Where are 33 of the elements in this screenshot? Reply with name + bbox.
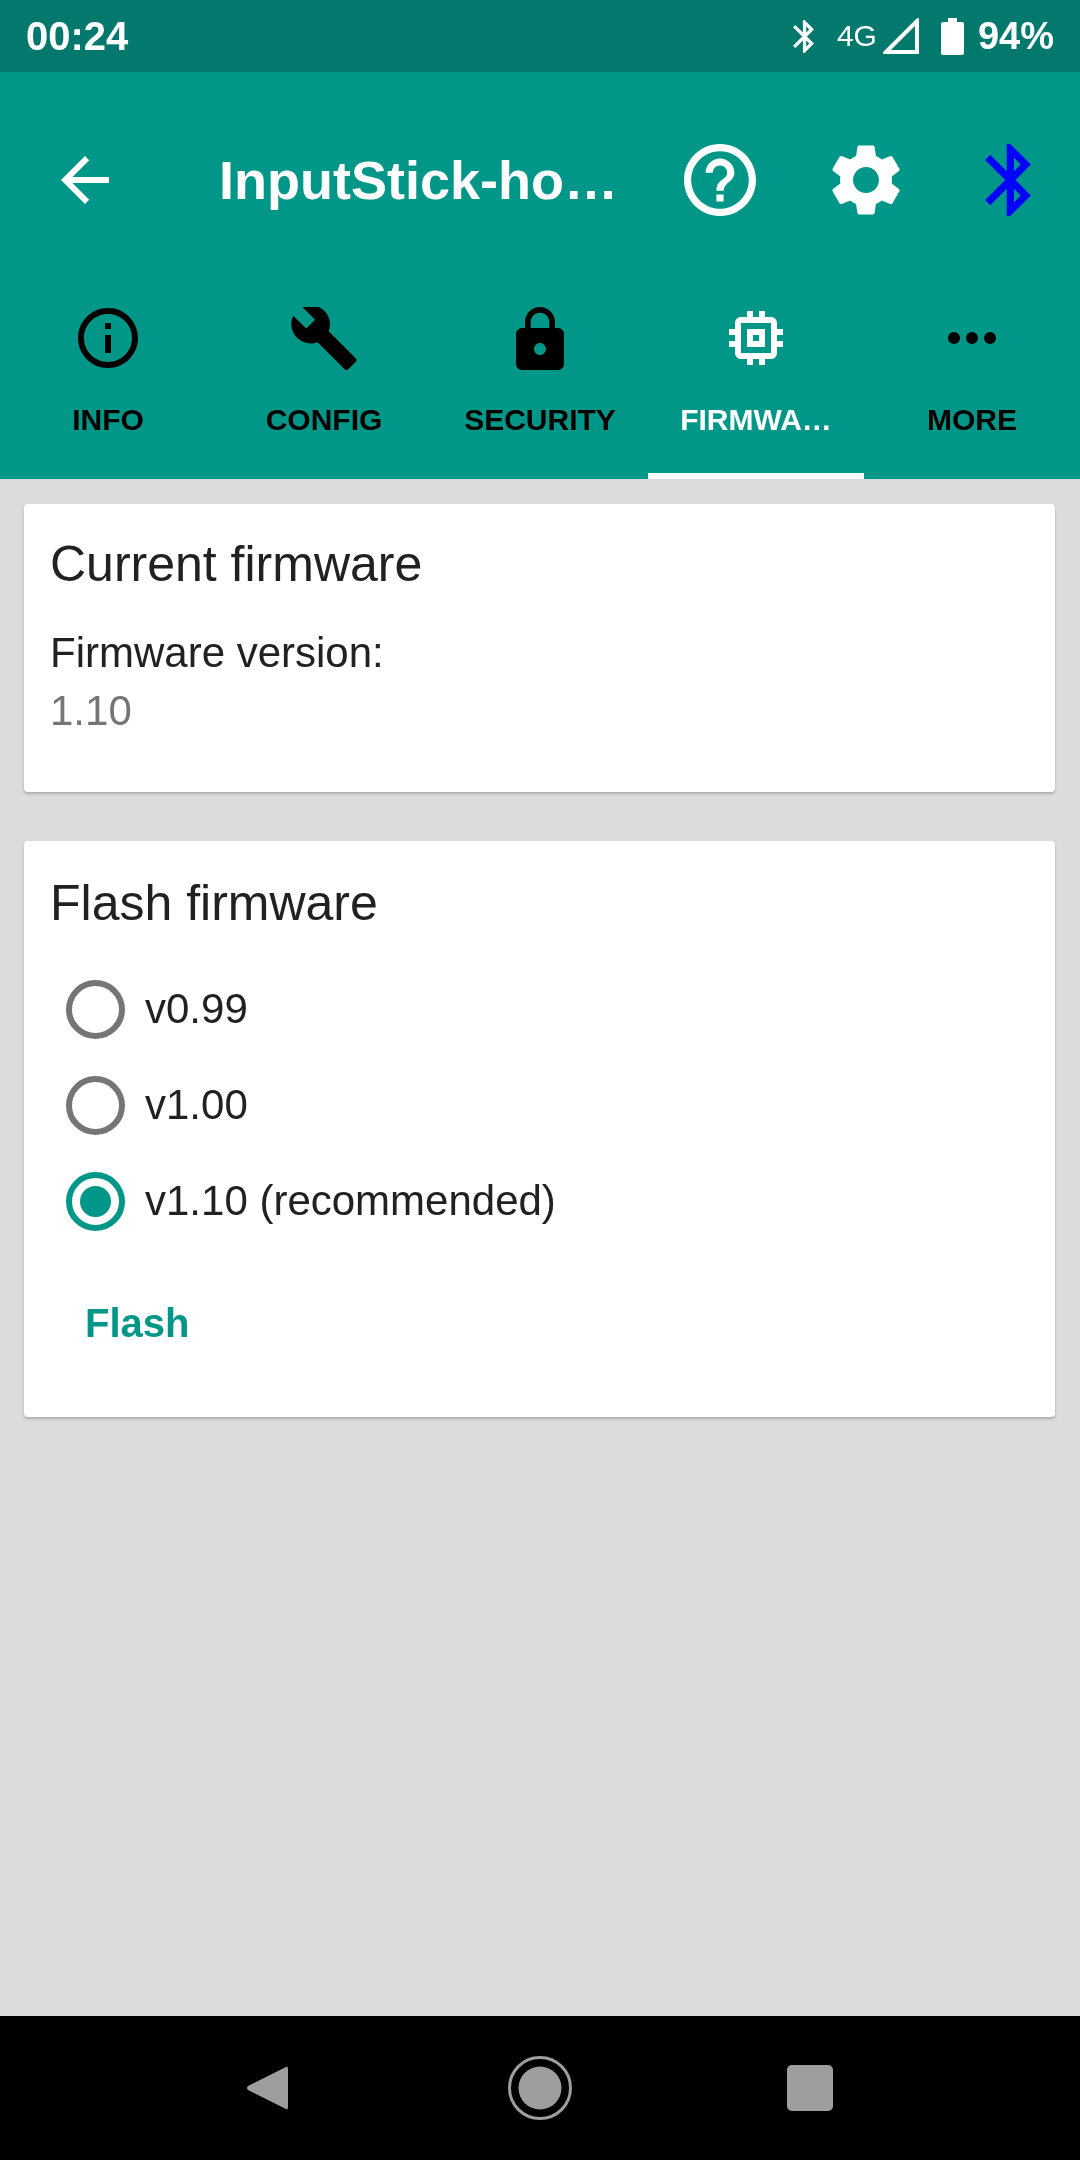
network-type: 4G — [836, 18, 877, 54]
bluetooth-icon — [792, 19, 814, 53]
card-title: Flash firmware — [50, 874, 379, 933]
tab[interactable]: SECURITY — [432, 288, 648, 479]
toolbar-title: InputStick-ho… — [219, 149, 618, 212]
three-dots-icon — [948, 332, 996, 344]
radio-button[interactable] — [66, 1171, 125, 1231]
flash-button[interactable]: Flash — [61, 1269, 214, 1377]
info-icon — [78, 308, 138, 368]
option-label: v0.99 — [145, 984, 248, 1034]
lock-icon — [516, 306, 564, 370]
tab[interactable]: INFO — [0, 288, 216, 479]
home-icon[interactable] — [508, 2056, 572, 2120]
card-title: Current firmware — [50, 535, 424, 594]
back-icon[interactable] — [61, 156, 109, 204]
signal-icon — [882, 17, 920, 55]
settings-icon[interactable] — [832, 144, 900, 216]
status-time: 00:24 — [26, 13, 129, 59]
bluetooth-icon[interactable] — [985, 144, 1031, 216]
chip-icon — [729, 311, 783, 365]
option-label: v1.10 (recommended) — [145, 1176, 556, 1226]
field-label: Firmware version: — [50, 628, 385, 678]
radio-button[interactable] — [66, 979, 125, 1039]
wrench-icon — [291, 306, 357, 370]
back-icon[interactable] — [246, 2064, 288, 2112]
help-icon[interactable] — [684, 144, 756, 216]
tab[interactable]: MORE — [864, 288, 1080, 479]
field-value: 1.10 — [50, 686, 133, 736]
tab[interactable]: CONFIG — [216, 288, 432, 479]
battery-icon — [940, 17, 964, 55]
option-label: v1.00 — [145, 1080, 248, 1130]
battery-level: 94% — [977, 14, 1054, 59]
radio-button[interactable] — [66, 1075, 125, 1135]
